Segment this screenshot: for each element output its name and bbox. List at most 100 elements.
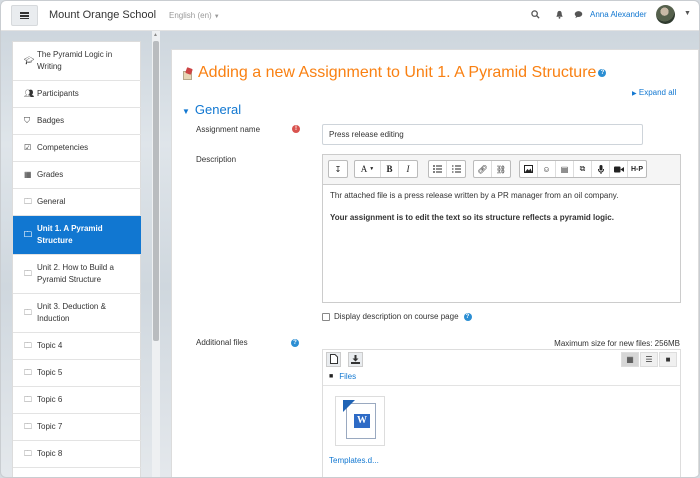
help-icon[interactable]: ? [598, 69, 607, 77]
sidebar-item-label: Grades [37, 170, 64, 179]
caret-down-icon: ▼ [182, 107, 190, 116]
file-icon [329, 354, 338, 364]
sidebar-item[interactable]: 🗀 Unit 2. How to Build a Pyramid Structur… [13, 255, 141, 294]
avatar[interactable] [656, 5, 675, 24]
folder-icon: 🗀 [24, 269, 32, 278]
assignment-icon [182, 67, 194, 80]
sidebar-item[interactable]: 🗀 Unit 1. A Pyramid Structure [13, 216, 141, 255]
file-item[interactable]: W [335, 396, 385, 446]
view-icons-button[interactable]: ▦ [621, 352, 639, 367]
sidebar-item[interactable]: 🗀 Topic 7 [13, 414, 141, 441]
insert-image-button[interactable] [520, 161, 538, 177]
user-name[interactable]: Anna Alexander [590, 10, 647, 19]
sidebar-item[interactable]: ⛉ Badges [13, 108, 141, 135]
sidebar-item[interactable]: 🗀Topic 9 [13, 468, 141, 477]
file-name[interactable]: Templates.d... [329, 456, 379, 465]
image-icon [524, 165, 533, 173]
folder-icon: ■ [665, 355, 671, 364]
list-icon: ☰ [645, 355, 653, 364]
media-file-icon: ▤ [560, 164, 569, 174]
add-file-button[interactable] [326, 352, 341, 367]
record-video-button[interactable] [610, 161, 628, 177]
sidebar-item[interactable]: 🗀 Topic 8 [13, 441, 141, 468]
sidebar-item-label: Participants [37, 89, 79, 98]
scroll-up-arrow[interactable]: ▲ [153, 32, 158, 38]
grid-icon: ▦ [626, 355, 634, 364]
unlink-button[interactable]: ⛓︎ [492, 161, 510, 177]
toolbar-group-style: A ▼ B I [354, 160, 418, 178]
chevron-down-icon[interactable]: ▼ [684, 10, 691, 17]
bell-icon[interactable] [555, 10, 564, 21]
sidebar-item[interactable]: 🗀 Unit 3. Deduction & Induction [13, 294, 141, 333]
download-icon [351, 355, 360, 364]
table-icon: ▦ [24, 170, 32, 179]
chat-icon[interactable] [574, 10, 583, 21]
download-all-button[interactable] [348, 352, 363, 367]
paragraph-style-button[interactable]: A ▼ [355, 161, 381, 177]
sidebar-item-label: Unit 2. How to Build a Pyramid Structure [37, 263, 114, 284]
toolbar-group-collapse: ↧ [328, 160, 348, 178]
main-content: Adding a new Assignment to Unit 1. A Pyr… [171, 49, 699, 477]
file-manager-toolbar: ▦ ☰ ■ [323, 350, 680, 370]
sidebar-item[interactable]: ▦ Grades [13, 162, 141, 189]
microphone-icon [597, 164, 604, 174]
collapse-toolbar-button[interactable]: ↧ [329, 161, 347, 177]
checklist-icon: ☑ [24, 143, 32, 152]
users-icon: 👥︎ [24, 89, 35, 98]
emoji-button[interactable]: ☺ [538, 161, 556, 177]
divider [323, 385, 680, 386]
bold-icon: B [386, 164, 393, 174]
sidebar-item[interactable]: 👥︎ Participants [13, 81, 141, 108]
assignment-name-label: Assignment name [196, 125, 261, 134]
sidebar-item[interactable]: ☑ Competencies [13, 135, 141, 162]
caret-right-icon: ▶ [632, 91, 637, 97]
scrollbar-thumb[interactable] [153, 41, 159, 341]
italic-button[interactable]: I [399, 161, 417, 177]
bold-button[interactable]: B [381, 161, 399, 177]
link-icon: 🔗︎ [477, 164, 488, 174]
hamburger-icon[interactable] [11, 5, 38, 26]
assignment-name-field[interactable]: Press release editing [322, 124, 643, 145]
description-paragraph: Thr attached file is a press release wri… [330, 191, 619, 200]
h5p-button[interactable]: H-P [628, 161, 646, 177]
display-description-checkbox[interactable] [322, 312, 330, 321]
files-root-link[interactable]: Files [339, 372, 356, 381]
ordered-list-button[interactable] [447, 161, 465, 177]
top-navbar: Mount Orange School English (en) ▼ Anna A… [1, 1, 699, 31]
sidebar-item[interactable]: 🗀 General [13, 189, 141, 216]
expand-all-label: Expand all [638, 88, 677, 97]
italic-icon: I [406, 164, 410, 174]
page-title: Adding a new Assignment to Unit 1. A Pyr… [182, 64, 607, 82]
manage-files-button[interactable]: ⧉ [574, 161, 592, 177]
unordered-list-button[interactable] [429, 161, 447, 177]
chevron-down-icon: ▼ [369, 166, 375, 172]
view-tree-button[interactable]: ■ [659, 352, 677, 367]
sidebar-item[interactable]: 🗀 Topic 5 [13, 360, 141, 387]
max-file-size: Maximum size for new files: 256MB [554, 339, 680, 348]
language-menu[interactable]: English (en) ▼ [169, 11, 220, 20]
sidebar-item-label: General [37, 197, 66, 206]
expand-all-link[interactable]: ▶ Expand all [632, 88, 676, 97]
folder-icon: 🗀 [24, 341, 32, 350]
page-title-text: Adding a new Assignment to Unit 1. A Pyr… [198, 64, 597, 81]
help-icon[interactable]: ? [463, 312, 472, 321]
view-details-button[interactable]: ☰ [640, 352, 658, 367]
record-audio-button[interactable] [592, 161, 610, 177]
shield-icon: ⛉ [24, 116, 30, 125]
link-button[interactable]: 🔗︎ [474, 161, 492, 177]
course-nav-drawer: 🎓︎ The Pyramid Logic in Writing 👥︎ Particip… [12, 41, 141, 477]
graduation-cap-icon: 🎓︎ [24, 56, 35, 65]
sidebar-item-label: Unit 1. A Pyramid Structure [37, 224, 103, 245]
search-icon[interactable] [531, 10, 540, 21]
folder-icon: 🗀 [24, 449, 32, 458]
site-name[interactable]: Mount Orange School [49, 9, 156, 21]
description-textarea[interactable]: Thr attached file is a press release wri… [323, 185, 680, 302]
insert-media-button[interactable]: ▤ [556, 161, 574, 177]
sidebar-item[interactable]: 🎓︎ The Pyramid Logic in Writing [13, 42, 141, 81]
sidebar-item[interactable]: 🗀 Topic 4 [13, 333, 141, 360]
help-icon[interactable]: ? [291, 339, 299, 347]
sidebar-item[interactable]: 🗀 Topic 6 [13, 387, 141, 414]
section-general-toggle[interactable]: ▼ General [182, 102, 241, 117]
display-description-row: Display description on course page ? [322, 312, 472, 321]
additional-files-label: Additional files [196, 338, 248, 347]
